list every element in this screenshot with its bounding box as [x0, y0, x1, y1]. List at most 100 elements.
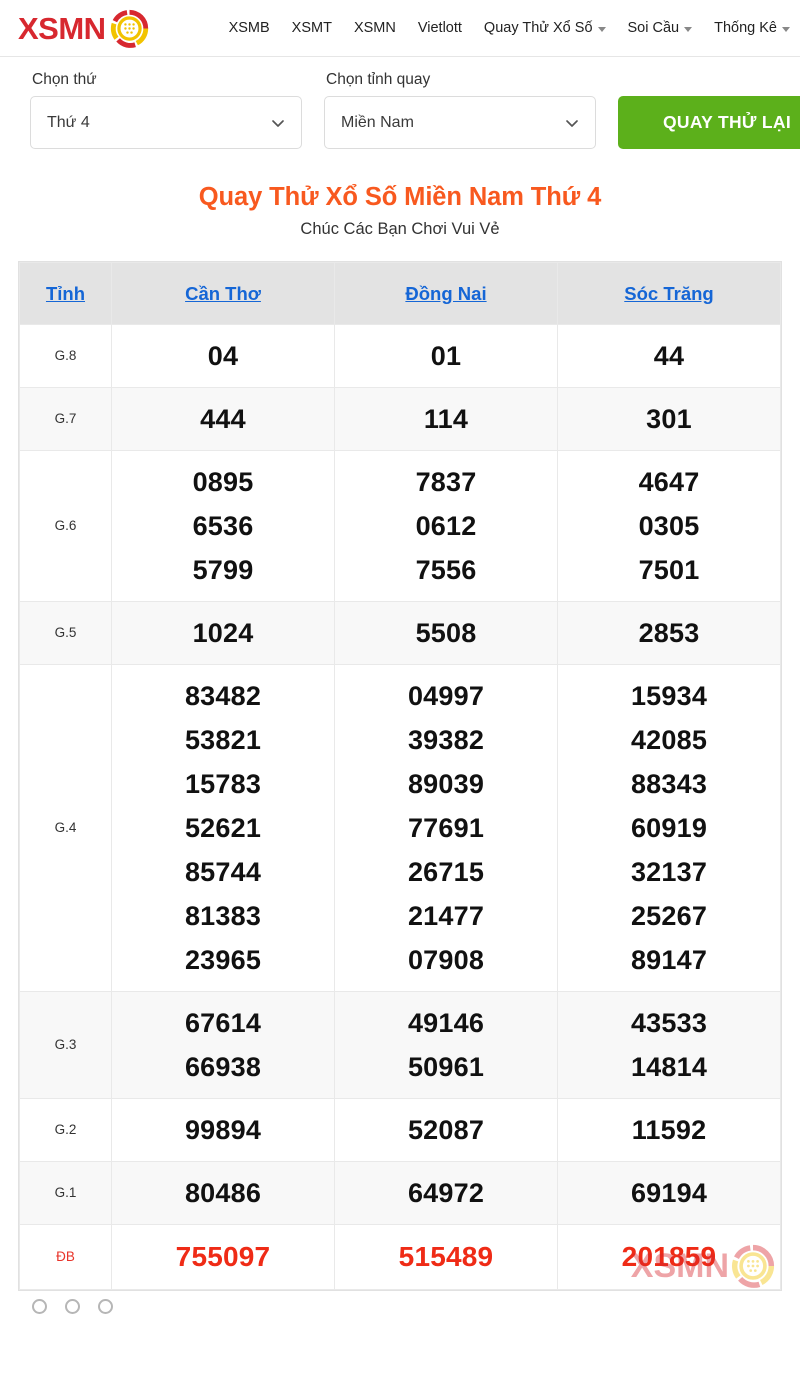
chevron-down-icon [565, 116, 579, 130]
header-cell-tinh: Tỉnh [19, 262, 112, 325]
nav-item-xsmn[interactable]: XSMN [354, 20, 396, 36]
nav-item-vietlott[interactable]: Vietlott [418, 20, 462, 36]
page-title: Quay Thử Xổ Số Miền Nam Thứ 4 [198, 183, 602, 211]
table-row: G.5 1024 5508 2853 [19, 601, 781, 665]
nav-item-xsmt[interactable]: XSMT [292, 20, 332, 36]
result-number: 14814 [630, 1052, 708, 1082]
result-number: 6536 [192, 511, 254, 541]
result-number: 15934 [630, 681, 708, 711]
prize-label: G.8 [54, 348, 77, 363]
radio-icon [98, 1298, 113, 1314]
result-number: 04997 [407, 681, 485, 711]
prize-label: G.2 [54, 1122, 77, 1137]
result-number: 42085 [630, 725, 708, 755]
prize-label-cell: G.5 [19, 601, 112, 665]
result-number: 0895 [192, 467, 254, 497]
result-number: 25267 [630, 901, 708, 931]
option-placeholder-1[interactable] [32, 1298, 47, 1314]
option-placeholder-3[interactable] [98, 1298, 113, 1314]
result-number: 66938 [184, 1052, 262, 1082]
prize-label: G.1 [54, 1185, 77, 1200]
result-number: 2853 [638, 618, 700, 648]
table-row: G.4 83482 53821 15783 52621 85744 81383 23965 04… [19, 664, 781, 992]
result-number: 0612 [415, 511, 477, 541]
result-number: 64972 [407, 1178, 485, 1208]
nav-item-soi-cau[interactable]: Soi Cầu [628, 20, 693, 36]
table-row: G.6 0895 6536 5799 7837 0612 7556 4647 0305 7501 [19, 450, 781, 602]
result-cell: 80486 [111, 1161, 335, 1225]
nav-item-xsmb[interactable]: XSMB [229, 20, 270, 36]
result-number: 444 [200, 404, 246, 434]
prize-label-cell: G.3 [19, 991, 112, 1099]
prize-label-cell: G.8 [19, 324, 112, 388]
province-select[interactable]: Miền Nam [324, 96, 596, 149]
nav-label: Soi Cầu [627, 20, 680, 36]
below-table-strip [18, 1298, 782, 1323]
result-number: 201859 [621, 1241, 717, 1272]
nav-item-quay-thu-xo-so[interactable]: Quay Thử Xổ Số [484, 20, 606, 36]
result-cell: 1024 [111, 601, 335, 665]
province-select-value: Miền Nam [341, 113, 414, 131]
result-number: 7501 [638, 555, 700, 585]
result-cell: 52087 [334, 1098, 558, 1162]
province-field: Chọn tỉnh quay Miền Nam [324, 71, 596, 149]
nav-label: XSMN [353, 20, 396, 36]
result-cell: 04 [111, 324, 335, 388]
result-cell: 67614 66938 [111, 991, 335, 1099]
result-number: 755097 [175, 1241, 271, 1272]
result-number: 67614 [184, 1008, 262, 1038]
prize-label: G.7 [54, 411, 77, 426]
result-cell: 83482 53821 15783 52621 85744 81383 23965 [111, 664, 335, 992]
lottery-ball-icon [110, 9, 149, 48]
page-subtitle: Chúc Các Bạn Chơi Vui Vẻ [300, 220, 500, 238]
result-number: 7837 [415, 467, 477, 497]
option-placeholder-2[interactable] [65, 1298, 80, 1314]
result-cell: 755097 [111, 1224, 335, 1290]
result-cell: 2853 [557, 601, 781, 665]
spin-again-button[interactable]: QUAY THỬ LẠI [618, 96, 800, 149]
site-logo[interactable]: XSMN [18, 9, 149, 48]
header-link-dong-nai[interactable]: Đồng Nai [405, 283, 486, 304]
result-number: 99894 [184, 1115, 262, 1145]
result-number: 52087 [407, 1115, 485, 1145]
result-cell: 7837 0612 7556 [334, 450, 558, 602]
nav-item-thong-ke[interactable]: Thống Kê [714, 20, 790, 36]
result-number: 32137 [630, 857, 708, 887]
chevron-down-icon [684, 26, 693, 32]
prize-label-cell: G.6 [19, 450, 112, 602]
result-cell: 15934 42085 88343 60919 32137 25267 89147 [557, 664, 781, 992]
result-number: 53821 [184, 725, 262, 755]
result-number: 7556 [415, 555, 477, 585]
table-row: G.7 444 114 301 [19, 387, 781, 451]
result-cell: 01 [334, 324, 558, 388]
nav-label: XSMB [228, 20, 270, 36]
header-link-tinh[interactable]: Tỉnh [46, 283, 85, 304]
result-number: 89147 [630, 945, 708, 975]
result-number: 88343 [630, 769, 708, 799]
table-row: G.2 99894 52087 11592 [19, 1098, 781, 1162]
prize-label: G.3 [54, 1037, 77, 1052]
result-cell: 444 [111, 387, 335, 451]
result-number: 0305 [638, 511, 700, 541]
result-cell: 515489 [334, 1224, 558, 1290]
header-link-can-tho[interactable]: Cần Thơ [185, 283, 261, 304]
result-number: 5799 [192, 555, 254, 585]
result-number: 89039 [407, 769, 485, 799]
result-number: 21477 [407, 901, 485, 931]
day-select[interactable]: Thứ 4 [30, 96, 302, 149]
table-row: G.1 80486 64972 69194 [19, 1161, 781, 1225]
results-table-container: Tỉnh Cần Thơ Đồng Nai Sóc Trăng G.8 04 01 4… [18, 261, 782, 1291]
result-number: 15783 [184, 769, 262, 799]
result-cell: 201859 [557, 1224, 781, 1290]
result-cell: 43533 14814 [557, 991, 781, 1099]
result-cell: 114 [334, 387, 558, 451]
result-number: 1024 [192, 618, 254, 648]
result-number: 5508 [415, 618, 477, 648]
site-header: XSMN XSMB XSMT XSMN Vietlott Quay Thử Xổ… [0, 0, 800, 57]
result-number: 26715 [407, 857, 485, 887]
result-cell: 4647 0305 7501 [557, 450, 781, 602]
header-link-soc-trang[interactable]: Sóc Trăng [624, 283, 713, 304]
radio-icon [32, 1298, 47, 1314]
prize-label: ĐB [56, 1248, 75, 1264]
table-header-row: Tỉnh Cần Thơ Đồng Nai Sóc Trăng [19, 262, 781, 325]
